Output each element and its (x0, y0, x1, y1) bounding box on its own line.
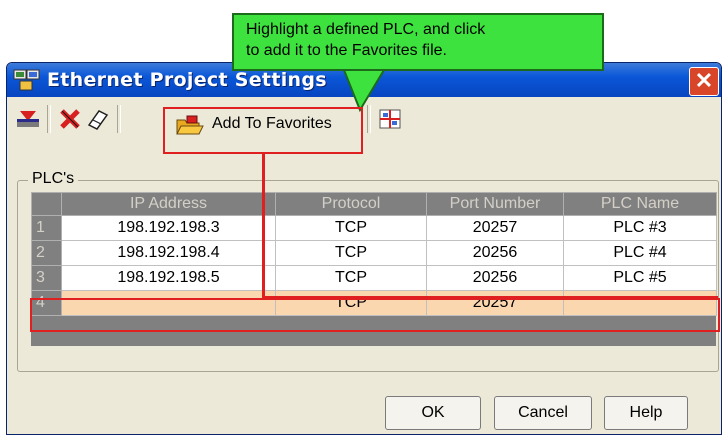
toolbar-separator (117, 105, 121, 133)
ip-address-cell[interactable]: 198.192.198.3 (61, 215, 276, 241)
column-header-protocol[interactable]: Protocol (275, 192, 427, 216)
ok-button[interactable]: OK (385, 396, 481, 430)
highlight-connector-line (262, 154, 265, 298)
column-header-plc-name[interactable]: PLC Name (563, 192, 717, 216)
row-number: 3 (31, 265, 62, 291)
plc-name-cell[interactable]: PLC #3 (563, 215, 717, 241)
ip-address-cell[interactable]: 198.192.198.4 (61, 240, 276, 266)
column-header-rownum (31, 192, 62, 216)
instruction-callout: Highlight a defined PLC, and click to ad… (232, 13, 604, 71)
callout-text: Highlight a defined PLC, and click to ad… (246, 21, 486, 59)
toolbar-separator (47, 105, 51, 133)
table-row[interactable]: 2 198.192.198.4 TCP 20256 PLC #4 (31, 240, 717, 266)
protocol-cell[interactable]: TCP (275, 240, 427, 266)
column-header-ip-address[interactable]: IP Address (61, 192, 276, 216)
protocol-cell[interactable]: TCP (275, 215, 427, 241)
cancel-button[interactable]: Cancel (494, 396, 592, 430)
grid-header-row: IP Address Protocol Port Number PLC Name (31, 192, 717, 216)
plc-name-cell[interactable]: PLC #5 (563, 265, 717, 291)
port-number-cell[interactable]: 20256 (426, 265, 564, 291)
eraser-icon[interactable] (85, 107, 111, 131)
port-number-cell[interactable]: 20256 (426, 240, 564, 266)
favorites-button-highlight (163, 107, 363, 154)
window-title: Ethernet Project Settings (47, 69, 327, 91)
close-icon: ✕ (694, 68, 714, 93)
table-row[interactable]: 1 198.192.198.3 TCP 20257 PLC #3 (31, 215, 717, 241)
plcs-group-label: PLC's (28, 170, 79, 188)
close-button[interactable]: ✕ (689, 67, 719, 96)
table-row[interactable]: 3 198.192.198.5 TCP 20256 PLC #5 (31, 265, 717, 291)
selected-row-highlight (30, 298, 720, 332)
delete-icon[interactable] (57, 107, 83, 131)
help-button[interactable]: Help (604, 396, 688, 430)
download-icon[interactable] (15, 107, 41, 131)
protocol-cell[interactable]: TCP (275, 265, 427, 291)
app-icon (13, 69, 40, 91)
column-header-port-number[interactable]: Port Number (426, 192, 564, 216)
ip-address-cell[interactable]: 198.192.198.5 (61, 265, 276, 291)
row-number: 1 (31, 215, 62, 241)
plc-name-cell[interactable]: PLC #4 (563, 240, 717, 266)
row-number: 2 (31, 240, 62, 266)
port-number-cell[interactable]: 20257 (426, 215, 564, 241)
